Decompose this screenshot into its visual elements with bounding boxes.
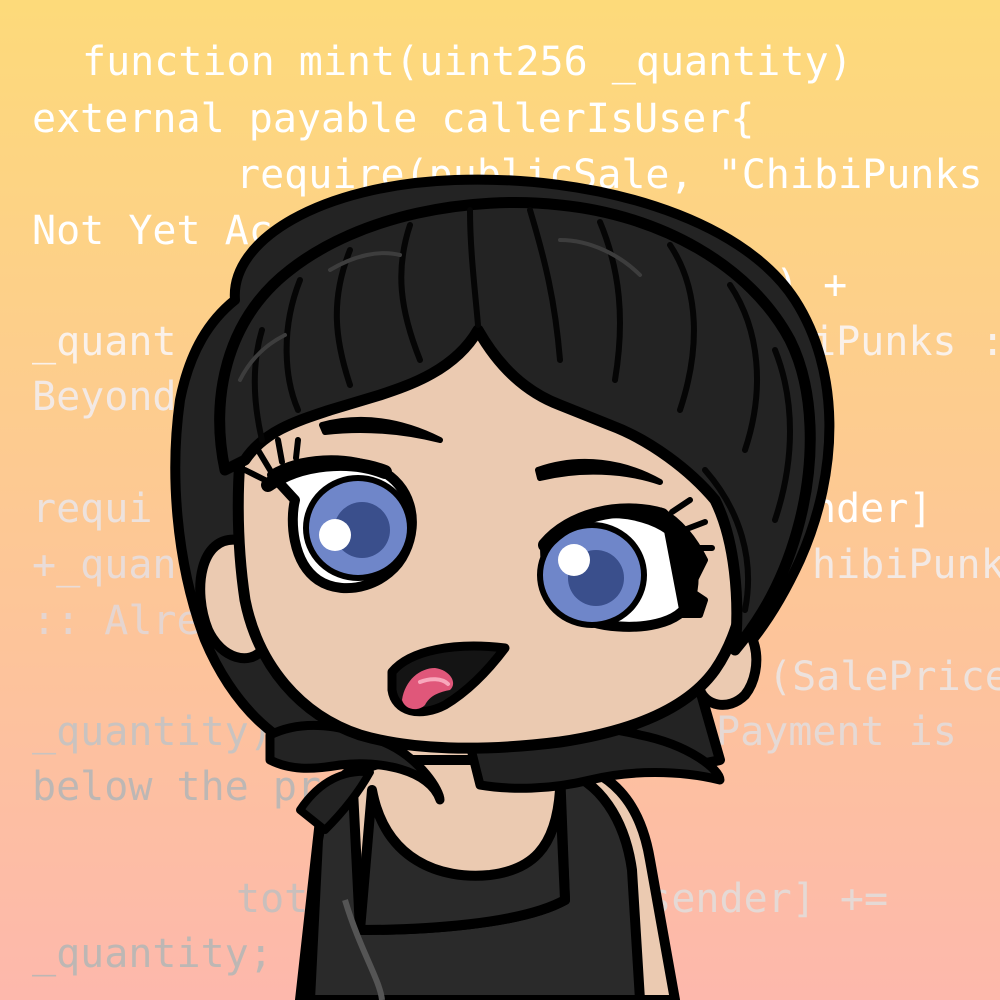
- nft-artwork: function mint(uint256 _quantity) externa…: [0, 0, 1000, 1000]
- chibi-character: [170, 174, 835, 1000]
